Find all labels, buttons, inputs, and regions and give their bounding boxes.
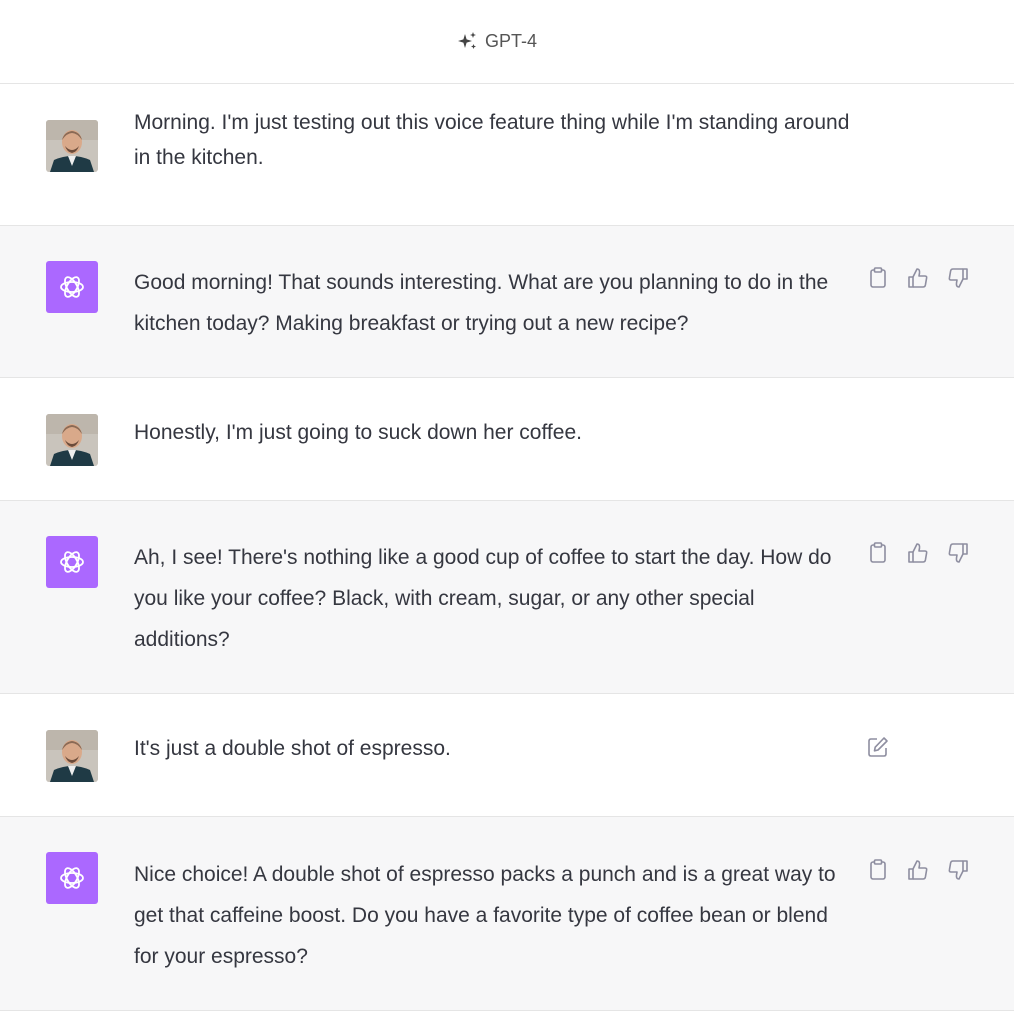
thumbs-down-icon[interactable] bbox=[946, 266, 970, 290]
message-actions bbox=[866, 858, 970, 882]
thumbs-down-icon[interactable] bbox=[946, 541, 970, 565]
model-indicator[interactable]: GPT-4 bbox=[457, 31, 537, 53]
message-actions bbox=[866, 735, 890, 759]
user-avatar bbox=[46, 730, 98, 782]
chat-header: GPT-4 bbox=[0, 0, 1014, 84]
model-name: GPT-4 bbox=[484, 31, 537, 51]
thumbs-up-icon[interactable] bbox=[906, 541, 930, 565]
message-text: Honestly, I'm just going to suck down he… bbox=[134, 421, 582, 444]
user-avatar bbox=[46, 414, 98, 466]
edit-icon[interactable] bbox=[866, 735, 890, 759]
user-message: Honestly, I'm just going to suck down he… bbox=[0, 378, 1014, 501]
chatgpt-logo bbox=[46, 536, 98, 588]
copy-icon[interactable] bbox=[866, 858, 890, 882]
message-text: Nice choice! A double shot of espresso p… bbox=[134, 863, 836, 968]
sparkle-icon bbox=[457, 31, 479, 53]
assistant-message: Ah, I see! There's nothing like a good c… bbox=[0, 501, 1014, 694]
user-message: Morning. I'm just testing out this voice… bbox=[0, 84, 1014, 226]
message-text: It's just a double shot of espresso. bbox=[134, 737, 451, 760]
assistant-message: Nice choice! A double shot of espresso p… bbox=[0, 817, 1014, 1011]
thumbs-down-icon[interactable] bbox=[946, 858, 970, 882]
assistant-message: Good morning! That sounds interesting. W… bbox=[0, 226, 1014, 378]
message-text: Ah, I see! There's nothing like a good c… bbox=[134, 546, 832, 651]
thumbs-up-icon[interactable] bbox=[906, 858, 930, 882]
chatgpt-logo bbox=[46, 261, 98, 313]
user-avatar bbox=[46, 120, 98, 172]
message-text: Good morning! That sounds interesting. W… bbox=[134, 271, 829, 335]
user-message: It's just a double shot of espresso. bbox=[0, 694, 1014, 817]
chatgpt-logo bbox=[46, 852, 98, 904]
copy-icon[interactable] bbox=[866, 266, 890, 290]
message-text: Morning. I'm just testing out this voice… bbox=[134, 111, 850, 169]
message-actions bbox=[866, 541, 970, 565]
copy-icon[interactable] bbox=[866, 541, 890, 565]
message-actions bbox=[866, 266, 970, 290]
thumbs-up-icon[interactable] bbox=[906, 266, 930, 290]
